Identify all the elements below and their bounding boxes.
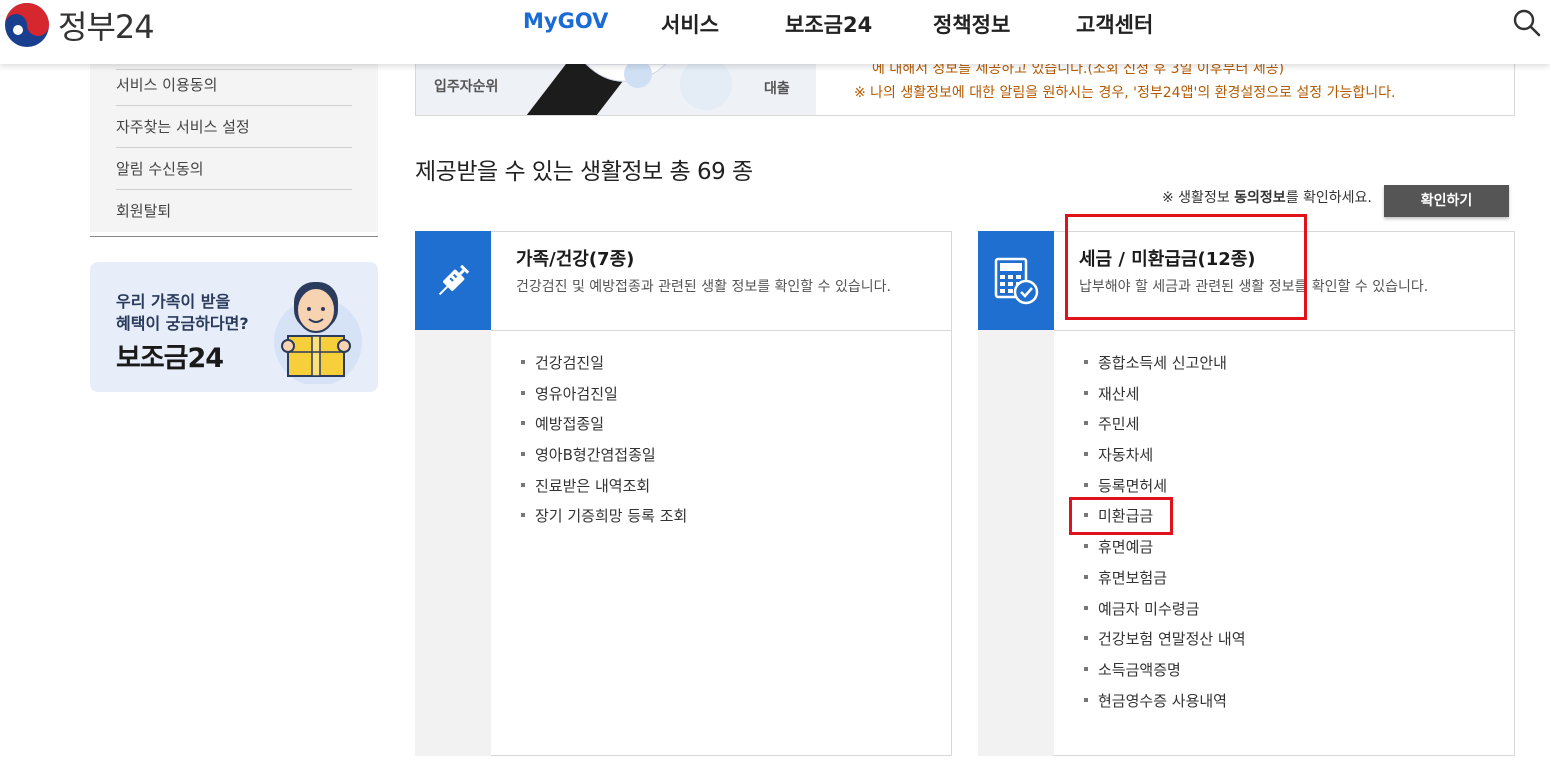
search-button[interactable] <box>1512 8 1542 38</box>
list-item[interactable]: 자동차세 <box>1084 444 1246 475</box>
card-description: 납부해야 할 세금과 관련된 생활 정보를 확인할 수 있습니다. <box>1079 279 1429 295</box>
list-item-unrefunded[interactable]: 미환급금 <box>1084 505 1246 536</box>
card-icon-box <box>415 231 491 330</box>
calculator-check-icon <box>994 257 1039 304</box>
divider <box>491 330 951 331</box>
nav-policy-info[interactable]: 정책정보 <box>933 9 1010 39</box>
list-item[interactable]: 예금자 미수령금 <box>1084 598 1246 629</box>
consent-bold: 동의정보 <box>1234 190 1286 206</box>
nav-mygov[interactable]: MyGOV <box>523 9 608 33</box>
card-title: 세금 / 미환급금(12종) <box>1079 249 1256 270</box>
site-header: 정부24 MyGOV 서비스 보조금24 정책정보 고객센터 <box>0 0 1550 64</box>
sidebar-item-withdraw[interactable]: 회원탈퇴 <box>116 190 352 232</box>
nav-services[interactable]: 서비스 <box>661 9 719 39</box>
list-item[interactable]: 소득금액증명 <box>1084 659 1246 690</box>
card-title: 가족/건강(7종) <box>516 249 635 270</box>
banner-line2: 혜택이 궁금하다면? <box>116 314 249 333</box>
list-item[interactable]: 진료받은 내역조회 <box>521 475 687 506</box>
list-item[interactable]: 건강보험 연말정산 내역 <box>1084 628 1246 659</box>
list-item[interactable]: 예방접종일 <box>521 413 687 444</box>
syringe-icon <box>438 264 470 295</box>
life-info-count-title: 제공받을 수 있는 생활정보 총 69 종 <box>415 159 753 185</box>
confirm-button[interactable]: 확인하기 <box>1384 185 1509 217</box>
list-item[interactable]: 휴면보험금 <box>1084 567 1246 598</box>
card-item-list: 건강검진일 영유아검진일 예방접종일 영아B형간염접종일 진료받은 내역조회 장… <box>521 352 687 536</box>
card-side-strip <box>415 330 491 756</box>
sidebar-item-notification-consent[interactable]: 알림 수신동의 <box>116 148 352 190</box>
illust-label-loan: 대출 <box>764 81 790 97</box>
banner-brand: 보조금24 <box>116 343 224 374</box>
card-side-strip <box>978 330 1054 756</box>
intro-illustration: 입주자순위 대출 <box>416 64 816 115</box>
banner-line1: 우리 가족이 받을 <box>116 292 231 311</box>
consent-suffix: 를 확인하세요. <box>1285 190 1372 206</box>
list-item[interactable]: 현금영수증 사용내역 <box>1084 690 1246 721</box>
nav-customer-center[interactable]: 고객센터 <box>1076 9 1153 39</box>
illust-label-priority: 입주자순위 <box>434 79 499 95</box>
divider <box>1054 330 1514 331</box>
gift-person-icon <box>274 282 362 384</box>
sidebar-item-service-consent[interactable]: 서비스 이용동의 <box>116 64 352 106</box>
nav-subsidy24[interactable]: 보조금24 <box>785 9 872 39</box>
app-notification-note: ※ 나의 생활정보에 대한 알림을 원하시는 경우, '정부24앱'의 환경설정… <box>854 85 1396 101</box>
consent-prefix: ※ 생활정보 <box>1162 190 1235 206</box>
list-item[interactable]: 건강검진일 <box>521 352 687 383</box>
divider <box>90 236 378 237</box>
info-clipped-text: 에 대해서 정보를 제공하고 있습니다.(조회 신청 후 3일 이후부터 제공) <box>872 64 1285 77</box>
list-item[interactable]: 영유아검진일 <box>521 383 687 414</box>
sidebar-item-favorite-services[interactable]: 자주찾는 서비스 설정 <box>116 106 352 148</box>
list-item[interactable]: 휴면예금 <box>1084 536 1246 567</box>
search-icon <box>1513 9 1541 37</box>
list-item[interactable]: 장기 기증희망 등록 조회 <box>521 505 687 536</box>
card-tax-refund: 세금 / 미환급금(12종) 납부해야 할 세금과 관련된 생활 정보를 확인할… <box>978 231 1515 756</box>
list-item[interactable]: 재산세 <box>1084 383 1246 414</box>
list-item[interactable]: 주민세 <box>1084 413 1246 444</box>
card-icon-box <box>978 231 1054 330</box>
consent-info-note: ※ 생활정보 동의정보를 확인하세요. <box>1162 187 1372 207</box>
main-nav: MyGOV 서비스 보조금24 정책정보 고객센터 <box>0 0 1550 44</box>
mygov-sidebar-menu: 서비스 이용동의 자주찾는 서비스 설정 알림 수신동의 회원탈퇴 <box>90 64 378 232</box>
card-description: 건강검진 및 예방접종과 관련된 생활 정보를 확인할 수 있습니다. <box>516 279 891 295</box>
card-family-health: 가족/건강(7종) 건강검진 및 예방접종과 관련된 생활 정보를 확인할 수 … <box>415 231 952 756</box>
list-item[interactable]: 등록면허세 <box>1084 475 1246 506</box>
life-info-intro-box: 입주자순위 대출 에 대해서 정보를 제공하고 있습니다.(조회 신청 후 3일… <box>415 64 1515 116</box>
list-item[interactable]: 종합소득세 신고안내 <box>1084 352 1246 383</box>
list-item[interactable]: 영아B형간염접종일 <box>521 444 687 475</box>
hand-illustration-icon <box>526 64 732 115</box>
subsidy24-banner[interactable]: 우리 가족이 받을 혜택이 궁금하다면? 보조금24 <box>90 262 378 392</box>
card-item-list: 종합소득세 신고안내 재산세 주민세 자동차세 등록면허세 미환급금 휴면예금 … <box>1084 352 1246 720</box>
